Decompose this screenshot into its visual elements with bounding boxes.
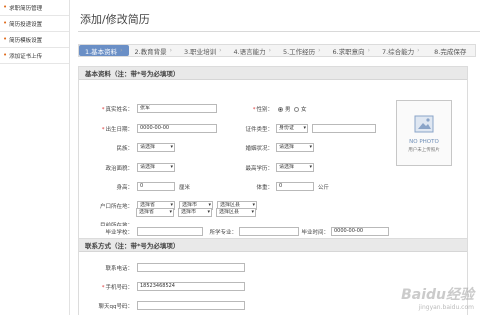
nation-label: 民族： xyxy=(116,146,133,152)
name-field[interactable]: 张军 xyxy=(137,104,217,113)
step-arrow-icon: › xyxy=(417,47,420,54)
weight-label: 体重： xyxy=(256,185,273,191)
watermark: Baidu经验 jingyan.baidu.com xyxy=(401,287,474,311)
divider xyxy=(78,31,480,32)
sidebar-item-certificate-upload[interactable]: • 添加证书上传 xyxy=(0,48,69,64)
step-arrow-icon: › xyxy=(367,47,371,54)
politics-label: 政治面貌： xyxy=(105,166,133,172)
step-arrow-icon: › xyxy=(318,47,321,54)
bullet-icon: • xyxy=(3,3,8,11)
grad-time-label: 毕业时间： xyxy=(301,230,329,236)
birth-date-field[interactable]: 0000-00-00 xyxy=(137,124,217,133)
no-photo-text: NO PHOTO xyxy=(409,139,439,145)
step-arrow-icon: › xyxy=(219,47,222,54)
grad-time-field[interactable]: 0000-00-00 xyxy=(331,227,389,236)
qq-field[interactable] xyxy=(137,301,245,310)
step-arrow-icon: › xyxy=(120,47,123,54)
step-language[interactable]: 4.语言能力 › xyxy=(228,45,278,56)
hukou-label: 户口所在地： xyxy=(99,204,133,210)
current-district-select[interactable]: 选择区县 xyxy=(216,208,256,217)
step-training[interactable]: 3.职业培训 › xyxy=(178,45,228,56)
height-label: 身高： xyxy=(116,185,133,191)
sidebar-item-template-settings[interactable]: • 简历模板设置 xyxy=(0,32,69,48)
sidebar-item-label: 简历投递设置 xyxy=(9,21,43,28)
step-basic-info[interactable]: 1.基本资料 › xyxy=(79,45,129,56)
sidebar: • 求职简历管理 • 简历投递设置 • 简历模板设置 • 添加证书上传 xyxy=(0,0,70,315)
contact-heading: 联系方式（注：带*号为必填项） xyxy=(79,239,467,252)
degree-select[interactable]: 请选择 xyxy=(276,163,314,172)
gender-female-label: 女 xyxy=(301,107,307,113)
basic-info-heading: 基本资料（注：带*号为必填项） xyxy=(79,67,467,80)
step-intention[interactable]: 6.求职意向 › xyxy=(327,45,377,56)
step-education[interactable]: 2.教育背景 › xyxy=(129,45,179,56)
id-type-select[interactable]: 身份证 xyxy=(276,124,308,133)
name-label: 真实姓名： xyxy=(87,105,133,113)
qq-label: 聊天qq号码： xyxy=(98,304,133,310)
major-label: 所学专业： xyxy=(209,230,237,236)
photo-icon xyxy=(414,115,434,133)
degree-label: 最高学历： xyxy=(245,166,273,172)
step-abilities[interactable]: 7.综合能力 › xyxy=(376,45,426,56)
phone-field[interactable] xyxy=(137,263,245,272)
sidebar-item-delivery-settings[interactable]: • 简历投递设置 xyxy=(0,16,69,32)
phone-label: 联系电话： xyxy=(105,266,133,272)
id-number-field[interactable] xyxy=(312,124,376,133)
mobile-field[interactable]: 18523468524 xyxy=(137,282,245,291)
sidebar-item-label: 简历模板设置 xyxy=(9,37,43,44)
page-title: 添加/修改简历 xyxy=(80,13,150,26)
mobile-label: 手机号码： xyxy=(87,283,133,291)
step-arrow-icon: › xyxy=(169,47,173,54)
sidebar-item-label: 添加证书上传 xyxy=(9,53,43,60)
nation-select[interactable]: 请选择 xyxy=(137,143,175,152)
sidebar-item-label: 求职简历管理 xyxy=(9,5,43,12)
marital-select[interactable]: 请选择 xyxy=(276,143,314,152)
id-type-label: 证件类型： xyxy=(245,127,273,133)
weight-unit: 公斤 xyxy=(318,185,330,191)
birth-label: 出生日期： xyxy=(87,125,133,133)
height-field[interactable]: 0 xyxy=(137,182,175,191)
gender-male-radio[interactable] xyxy=(278,107,283,112)
no-photo-caption: 用户未上传照片 xyxy=(408,148,440,153)
step-finish[interactable]: 8.完成保存 xyxy=(426,45,476,56)
politics-select[interactable]: 请选择 xyxy=(137,163,175,172)
weight-field[interactable]: 0 xyxy=(276,182,314,191)
major-field[interactable] xyxy=(239,227,299,236)
current-city-select[interactable]: 选择市 xyxy=(178,208,212,217)
gender-male-label: 男 xyxy=(285,107,291,113)
bullet-icon: • xyxy=(3,19,8,27)
bullet-icon: • xyxy=(3,51,8,59)
school-label: 毕业学校： xyxy=(105,230,133,236)
bullet-icon: • xyxy=(3,35,8,43)
step-arrow-icon: › xyxy=(268,47,272,54)
photo-placeholder[interactable]: NO PHOTO 用户未上传照片 xyxy=(396,100,452,166)
gender-female-radio[interactable] xyxy=(294,107,299,112)
step-work[interactable]: 5.工作经历 › xyxy=(277,45,327,56)
sidebar-item-resume-manage[interactable]: • 求职简历管理 xyxy=(0,0,69,16)
step-tabs: 1.基本资料 › 2.教育背景 › 3.职业培训 › 4.语言能力 › 5.工作经历 › … xyxy=(78,44,476,57)
height-unit: 厘米 xyxy=(179,185,191,191)
current-province-select[interactable]: 选择省 xyxy=(136,208,174,217)
marital-label: 婚姻状况： xyxy=(245,146,273,152)
gender-label: 性别： xyxy=(239,105,273,113)
